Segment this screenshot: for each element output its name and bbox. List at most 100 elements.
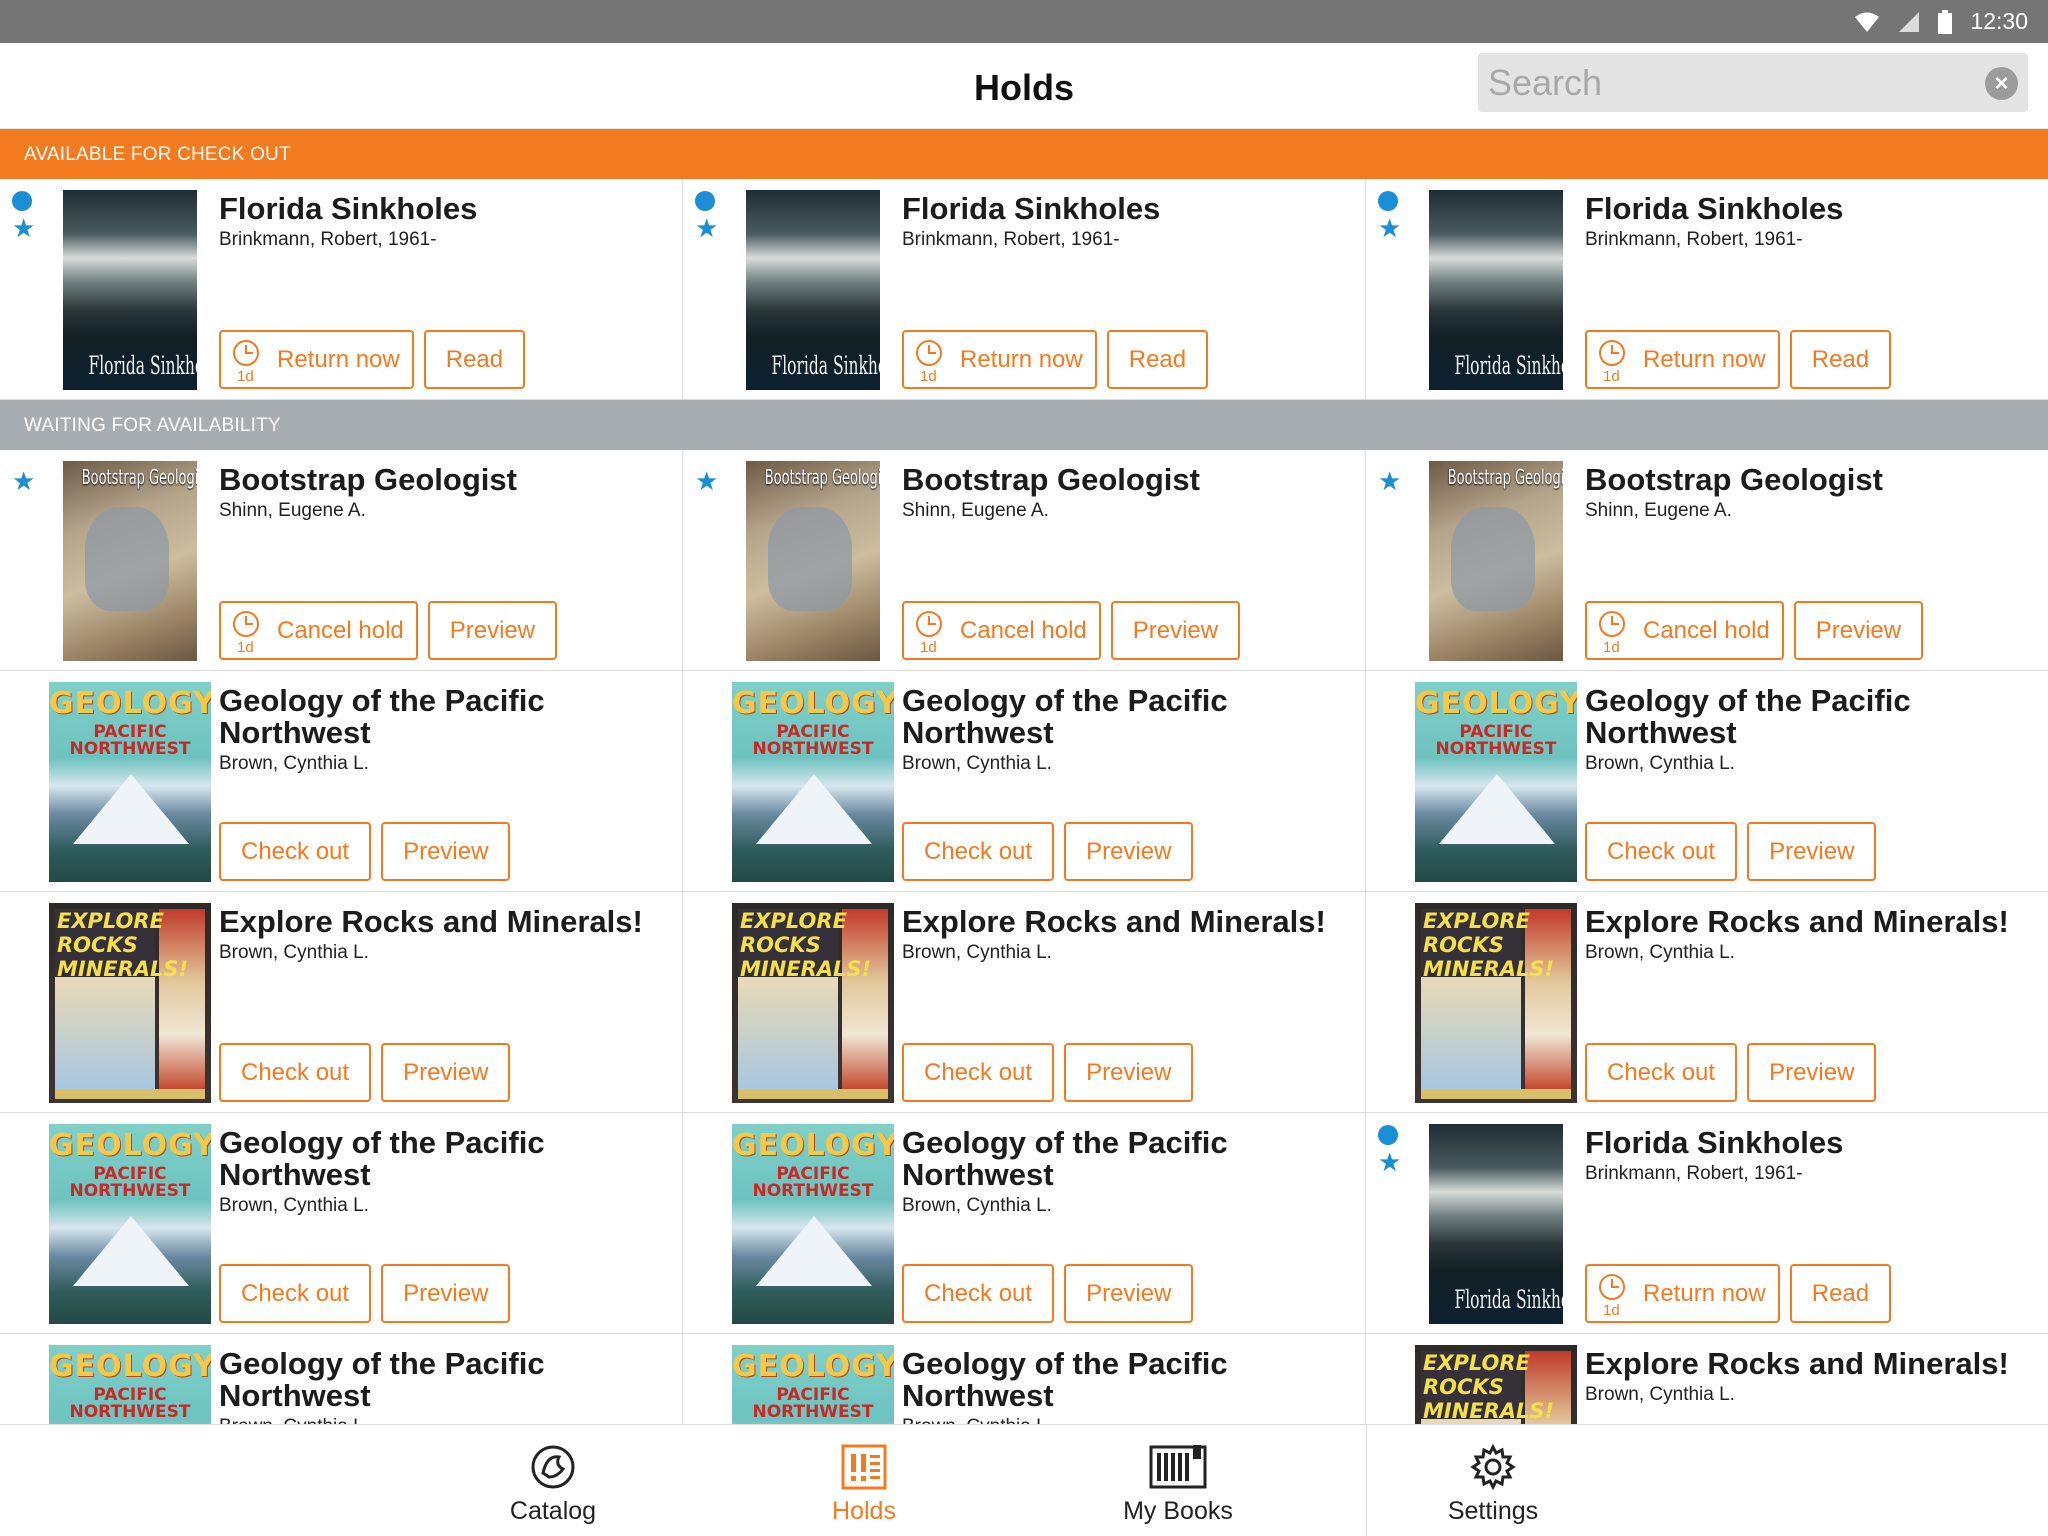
book-title[interactable]: Geology of the Pacific Northwest (219, 1348, 670, 1412)
book-title[interactable]: Explore Rocks and Minerals! (219, 906, 670, 938)
book-cell[interactable]: ★ Florida Sinkholes Florida Sinkholes Brink… (1366, 1113, 2048, 1334)
return-now-button[interactable]: 1d Return now (1585, 1264, 1780, 1323)
book-title[interactable]: Geology of the Pacific Northwest (219, 1127, 670, 1191)
book-cover[interactable]: Bootstrap Geologist (1429, 461, 1563, 661)
book-cell[interactable]: ★ Florida Sinkholes Florida Sinkholes Brink… (683, 179, 1366, 400)
book-title[interactable]: Geology of the Pacific Northwest (219, 685, 670, 749)
book-title[interactable]: Bootstrap Geologist (219, 464, 670, 496)
book-cover[interactable]: GEOLOGY PACIFIC NORTHWEST (49, 1345, 211, 1424)
return-now-button[interactable]: 1d Return now (219, 330, 414, 389)
clock-icon (233, 340, 259, 366)
clear-search-icon[interactable]: × (1985, 67, 2018, 100)
preview-button[interactable]: Preview (1110, 601, 1241, 660)
book-cell[interactable]: ★ Florida Sinkholes Florida Sinkholes Brink… (1366, 179, 2048, 400)
book-title[interactable]: Florida Sinkholes (1585, 193, 2036, 225)
return-now-button[interactable]: 1d Return now (902, 330, 1097, 389)
book-cover[interactable]: GEOLOGY PACIFIC NORTHWEST (1415, 682, 1577, 882)
book-title[interactable]: Geology of the Pacific Northwest (902, 1348, 1353, 1412)
book-cover[interactable]: Bootstrap Geologist (746, 461, 880, 661)
book-cell[interactable]: ★ Bootstrap Geologist Bootstrap Geologist S… (0, 450, 683, 671)
check-out-button[interactable]: Check out (1585, 1043, 1738, 1102)
preview-button[interactable]: Preview (1747, 822, 1877, 881)
check-out-button[interactable]: Check out (219, 1264, 372, 1323)
book-cover[interactable]: EXPLORE ROCKS MINERALS! (49, 903, 211, 1103)
read-button[interactable]: Read (1789, 330, 1892, 389)
check-out-button[interactable]: Check out (902, 1264, 1055, 1323)
button-label: Check out (241, 1058, 350, 1086)
book-info: Florida Sinkholes Brinkmann, Robert, 1961… (1585, 193, 2036, 251)
book-cell[interactable]: EXPLORE ROCKS MINERALS! Explore Rocks and… (683, 892, 1366, 1113)
book-cover[interactable]: EXPLORE ROCKS MINERALS! (732, 903, 894, 1103)
book-cell[interactable]: ★ Bootstrap Geologist Bootstrap Geologist S… (683, 450, 1366, 671)
book-title[interactable]: Florida Sinkholes (219, 193, 670, 225)
check-out-button[interactable]: Check out (902, 1043, 1055, 1102)
book-title[interactable]: Geology of the Pacific Northwest (902, 1127, 1353, 1191)
tab-settings[interactable]: Settings (1393, 1425, 1593, 1536)
book-title[interactable]: Explore Rocks and Minerals! (902, 906, 1353, 938)
book-cover[interactable]: Florida Sinkholes (1429, 1124, 1563, 1324)
tab-settings-label: Settings (1447, 1497, 1539, 1525)
check-out-button[interactable]: Check out (219, 822, 372, 881)
book-cell[interactable]: ★ Bootstrap Geologist Bootstrap Geologist S… (1366, 450, 2048, 671)
preview-button[interactable]: Preview (1064, 1264, 1194, 1323)
book-cover[interactable]: Bootstrap Geologist (63, 461, 197, 661)
book-cover[interactable]: GEOLOGY PACIFIC NORTHWEST (732, 1345, 894, 1424)
search-box[interactable]: × (1478, 53, 2028, 112)
read-button[interactable]: Read (423, 330, 526, 389)
book-title[interactable]: Bootstrap Geologist (1585, 464, 2036, 496)
book-cell[interactable]: GEOLOGY PACIFIC NORTHWEST Geology of the P… (0, 1113, 683, 1334)
book-cell[interactable]: GEOLOGY PACIFIC NORTHWEST Geology of the P… (683, 671, 1366, 892)
read-button[interactable]: Read (1789, 1264, 1892, 1323)
preview-button[interactable]: Preview (1747, 1043, 1877, 1102)
book-cell[interactable]: EXPLORE ROCKS MINERALS! Explore Rocks and… (0, 892, 683, 1113)
signal-icon (1899, 11, 1920, 32)
cover-title: GEOLOGY (49, 1349, 211, 1384)
book-title[interactable]: Florida Sinkholes (1585, 1127, 2036, 1159)
preview-button[interactable]: Preview (381, 1264, 511, 1323)
preview-button[interactable]: Preview (1064, 822, 1194, 881)
cover-panel (1421, 1089, 1571, 1099)
book-title[interactable]: Geology of the Pacific Northwest (902, 685, 1353, 749)
book-cell[interactable]: EXPLORE ROCKS MINERALS! Explore Rocks and… (1366, 1334, 2048, 1424)
book-cell[interactable]: GEOLOGY PACIFIC NORTHWEST Geology of the P… (1366, 671, 2048, 892)
search-input[interactable] (1488, 57, 1958, 108)
book-cell[interactable]: EXPLORE ROCKS MINERALS! Explore Rocks and… (1366, 892, 2048, 1113)
check-out-button[interactable]: Check out (1585, 822, 1738, 881)
book-cell[interactable]: GEOLOGY PACIFIC NORTHWEST Geology of the P… (0, 1334, 683, 1424)
book-cover[interactable]: GEOLOGY PACIFIC NORTHWEST (732, 1124, 894, 1324)
book-title[interactable]: Explore Rocks and Minerals! (1585, 906, 2036, 938)
cancel-hold-button[interactable]: 1d Cancel hold (219, 601, 418, 660)
book-title[interactable]: Geology of the Pacific Northwest (1585, 685, 2036, 749)
book-cover[interactable]: GEOLOGY PACIFIC NORTHWEST (49, 1124, 211, 1324)
preview-button[interactable]: Preview (1064, 1043, 1194, 1102)
book-title[interactable]: Florida Sinkholes (902, 193, 1353, 225)
book-cover[interactable]: Florida Sinkholes (1429, 190, 1563, 390)
preview-button[interactable]: Preview (381, 822, 511, 881)
book-cover[interactable]: GEOLOGY PACIFIC NORTHWEST (732, 682, 894, 882)
book-cover[interactable]: Florida Sinkholes (63, 190, 197, 390)
preview-button[interactable]: Preview (381, 1043, 511, 1102)
book-cell[interactable]: GEOLOGY PACIFIC NORTHWEST Geology of the P… (0, 671, 683, 892)
check-out-button[interactable]: Check out (219, 1043, 372, 1102)
return-now-button[interactable]: 1d Return now (1585, 330, 1780, 389)
book-cover[interactable]: Florida Sinkholes (746, 190, 880, 390)
book-cover[interactable]: EXPLORE ROCKS MINERALS! (1415, 1345, 1577, 1424)
tab-catalog[interactable]: Catalog (453, 1425, 653, 1536)
book-cell[interactable]: ★ Florida Sinkholes Florida Sinkholes Brink… (0, 179, 683, 400)
book-title[interactable]: Bootstrap Geologist (902, 464, 1353, 496)
book-cell[interactable]: GEOLOGY PACIFIC NORTHWEST Geology of the P… (683, 1113, 1366, 1334)
book-title[interactable]: Explore Rocks and Minerals! (1585, 1348, 2036, 1380)
preview-button[interactable]: Preview (1793, 601, 1924, 660)
preview-button[interactable]: Preview (427, 601, 558, 660)
cancel-hold-button[interactable]: 1d Cancel hold (1585, 601, 1784, 660)
book-cover[interactable]: EXPLORE ROCKS MINERALS! (1415, 903, 1577, 1103)
read-button[interactable]: Read (1106, 330, 1209, 389)
book-cover[interactable]: GEOLOGY PACIFIC NORTHWEST (49, 682, 211, 882)
cover-mountain (73, 774, 189, 844)
book-cell[interactable]: GEOLOGY PACIFIC NORTHWEST Geology of the P… (683, 1334, 1366, 1424)
check-out-button[interactable]: Check out (902, 822, 1055, 881)
tab-my-books[interactable]: My Books (1078, 1425, 1278, 1536)
cancel-hold-button[interactable]: 1d Cancel hold (902, 601, 1101, 660)
tab-holds[interactable]: Holds (764, 1425, 964, 1536)
holds-list[interactable]: AVAILABLE FOR CHECK OUT ★ Florida Sinkhol… (0, 129, 2048, 1424)
